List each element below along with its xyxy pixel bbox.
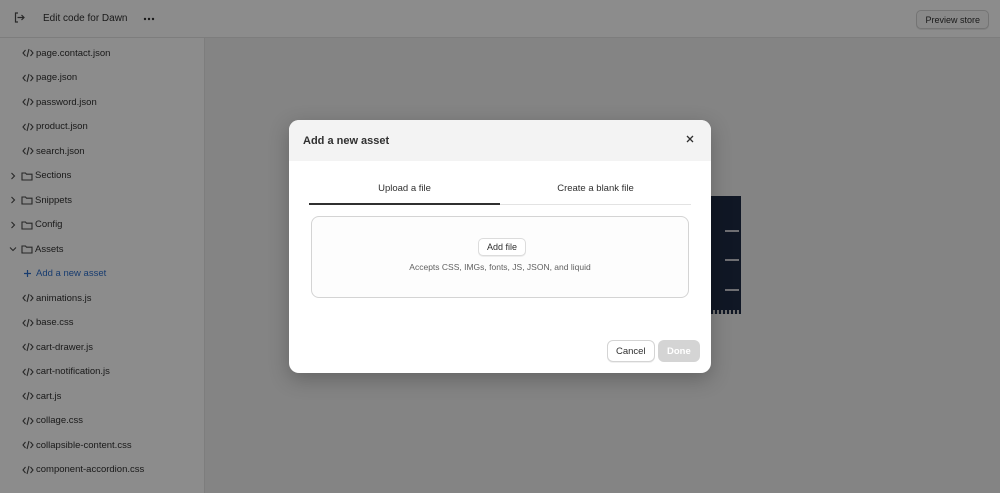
done-button[interactable]: Done <box>658 340 700 362</box>
modal-header: Add a new asset <box>289 120 711 161</box>
asset-tabs: Upload a file Create a blank file <box>309 173 691 205</box>
cancel-button[interactable]: Cancel <box>607 340 655 362</box>
close-button[interactable] <box>683 133 697 147</box>
close-icon <box>686 135 694 146</box>
file-dropzone[interactable]: Add file Accepts CSS, IMGs, fonts, JS, J… <box>311 216 689 298</box>
add-file-button[interactable]: Add file <box>478 238 527 256</box>
accepted-types-hint: Accepts CSS, IMGs, fonts, JS, JSON, and … <box>409 262 591 272</box>
add-asset-modal: Add a new asset Upload a file Create a b… <box>289 120 711 373</box>
modal-title: Add a new asset <box>303 134 390 147</box>
tab-upload-file[interactable]: Upload a file <box>309 173 500 205</box>
tab-create-blank-file[interactable]: Create a blank file <box>500 173 691 204</box>
